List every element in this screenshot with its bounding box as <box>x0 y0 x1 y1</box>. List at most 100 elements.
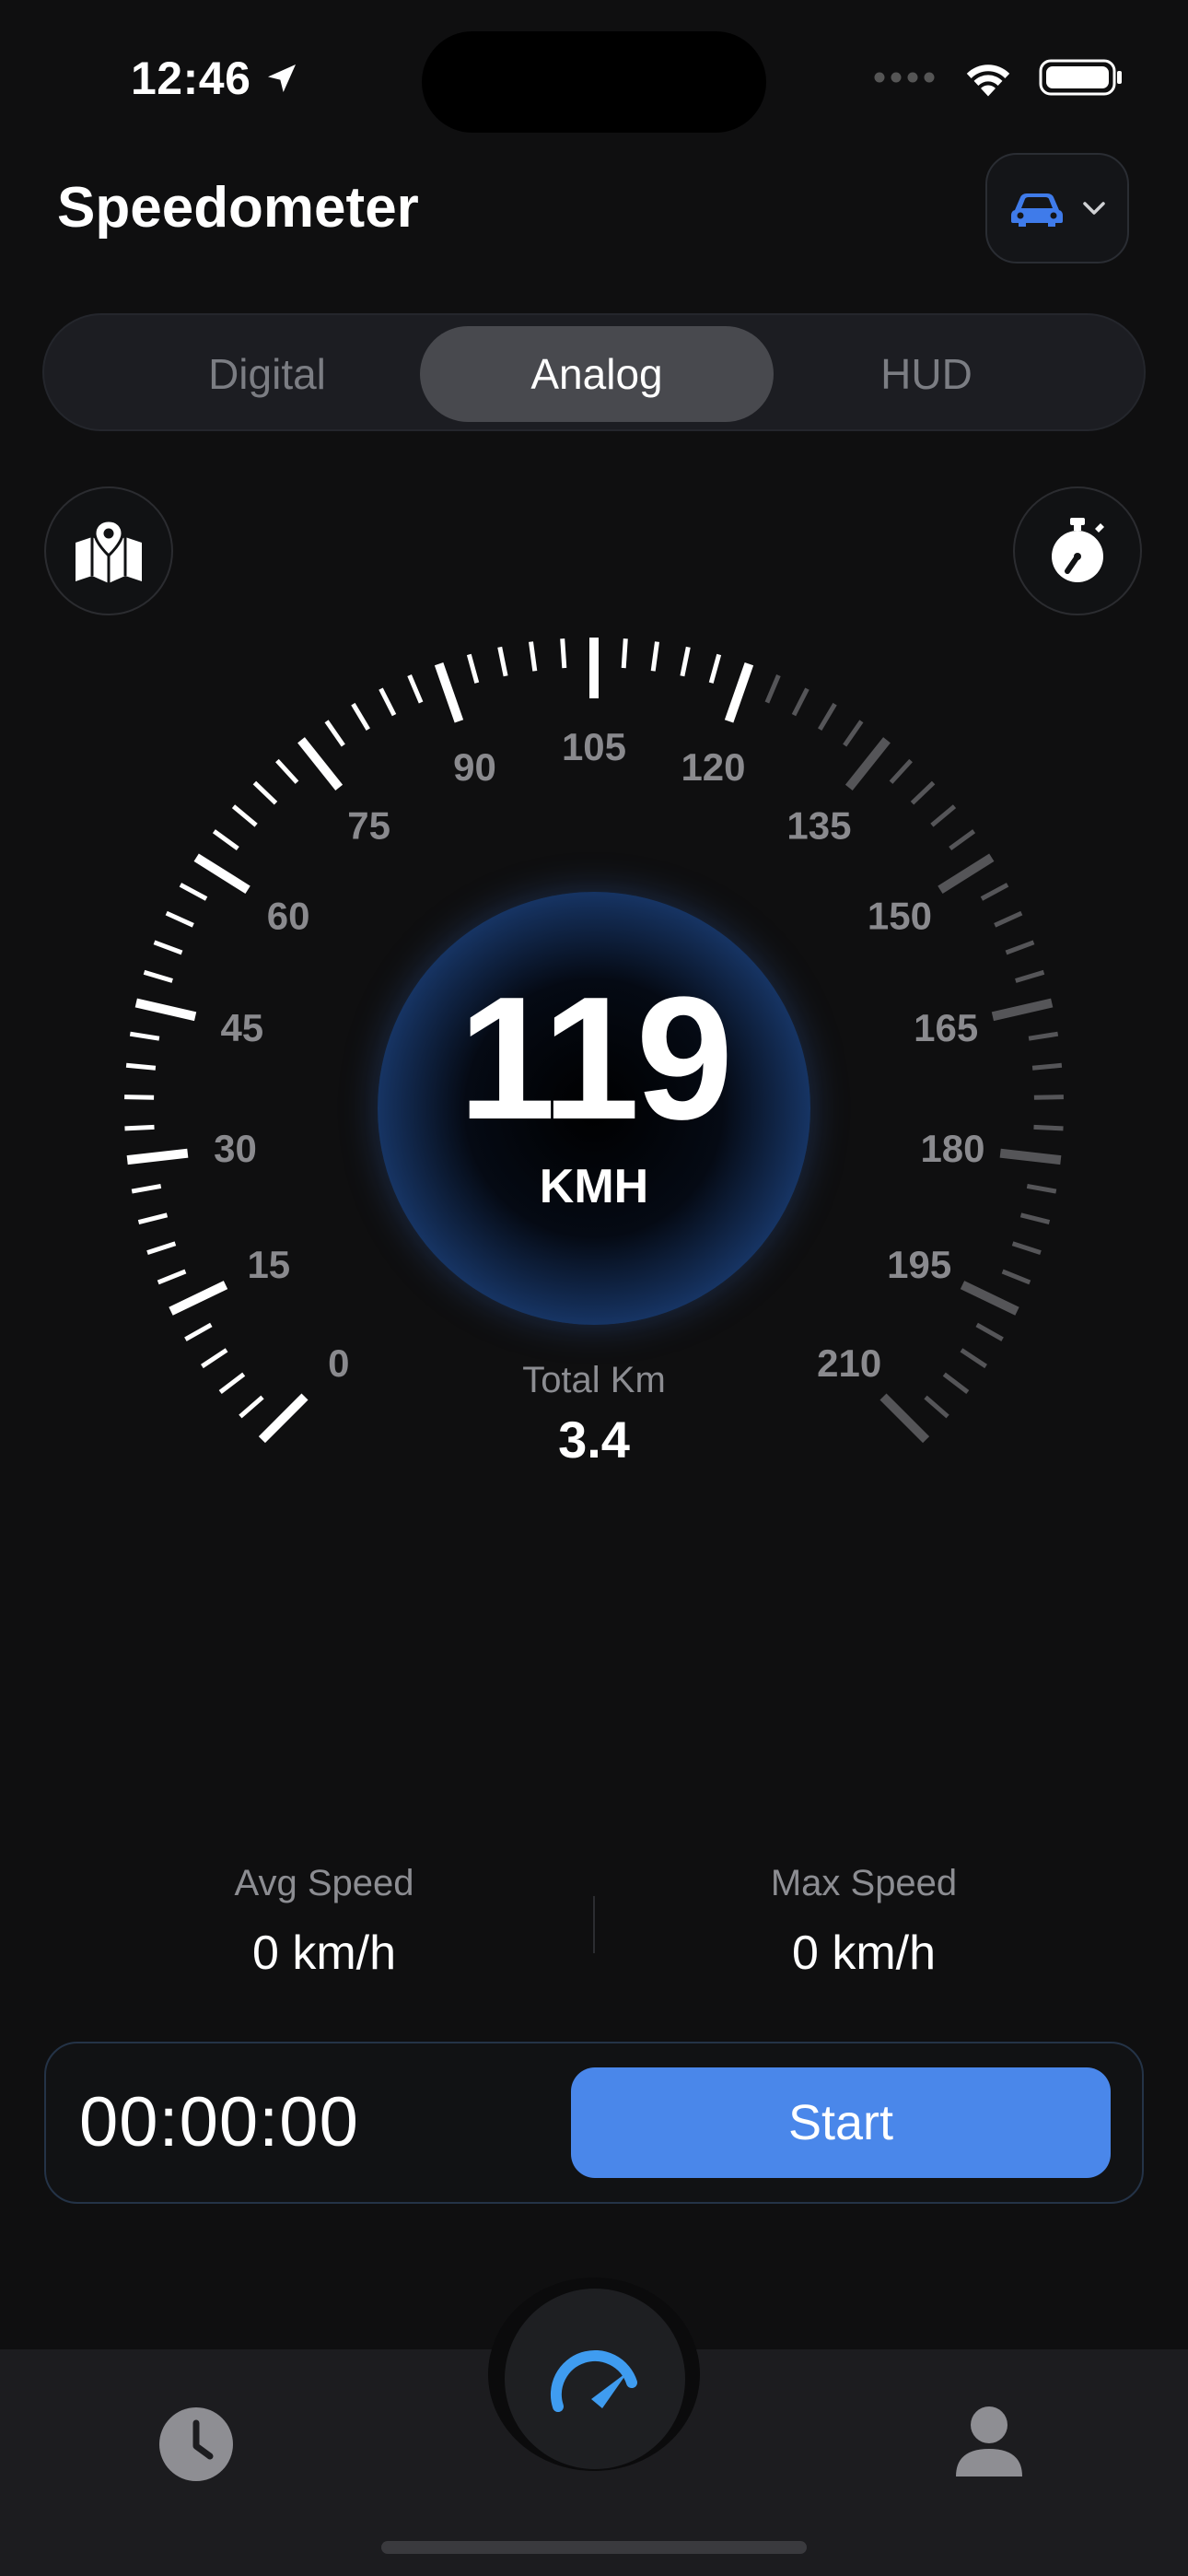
gauge-major-tick <box>938 853 995 895</box>
gauge-minor-tick <box>529 641 538 672</box>
home-indicator <box>381 2541 807 2554</box>
gauge-minor-tick <box>910 780 936 805</box>
gauge-minor-tick <box>1033 1095 1064 1100</box>
tab-digital[interactable]: Digital <box>90 326 444 422</box>
gauge-minor-tick <box>650 641 659 672</box>
gauge-minor-tick <box>252 780 278 805</box>
gauge-major-tick <box>724 662 754 723</box>
gauge-major-tick <box>844 737 891 791</box>
gauge-minor-tick <box>218 1372 246 1394</box>
gauge-tick-label: 105 <box>562 725 626 768</box>
avg-speed-label: Avg Speed <box>234 1863 414 1903</box>
gauge-minor-tick <box>960 1348 987 1369</box>
tab-analog[interactable]: Analog <box>420 326 774 422</box>
gauge-minor-tick <box>351 702 370 731</box>
gauge-minor-tick <box>1019 1212 1051 1225</box>
status-bar-time: 12:46 <box>131 52 300 105</box>
gauge-minor-tick <box>165 910 194 928</box>
gauge-minor-tick <box>980 883 1009 901</box>
tab-profile[interactable] <box>952 2403 1026 2485</box>
battery-icon <box>1039 59 1122 96</box>
gauge-minor-tick <box>942 1372 970 1394</box>
gauge-tick-label: 90 <box>453 745 496 789</box>
gauge-minor-tick <box>179 883 208 901</box>
gauge-minor-tick <box>407 674 424 704</box>
person-icon <box>956 2406 1022 2476</box>
cellular-signal-icon <box>874 72 935 83</box>
gauge-tick-label: 165 <box>914 1006 978 1049</box>
tab-history[interactable] <box>157 2405 236 2488</box>
gauge-tick-label: 0 <box>328 1341 349 1385</box>
gauge-minor-tick <box>708 653 722 684</box>
gauge-tick-label: 60 <box>267 894 310 937</box>
stopwatch-icon <box>1052 518 1104 582</box>
gauge-tick-label: 15 <box>247 1243 290 1286</box>
wifi-icon <box>966 64 1010 97</box>
gauge-minor-tick <box>324 720 345 747</box>
gauge-minor-tick <box>843 720 864 747</box>
gauge-minor-tick <box>930 804 957 827</box>
gauge-minor-tick <box>125 1062 157 1071</box>
clock-icon <box>159 2407 233 2481</box>
gauge-minor-tick <box>680 646 691 677</box>
gauge-minor-tick <box>889 758 913 784</box>
gauge-tick-label: 150 <box>868 894 932 937</box>
gauge-major-tick <box>960 1281 1019 1316</box>
gauge-minor-tick <box>124 1095 155 1100</box>
tab-speedometer[interactable] <box>505 2289 685 2469</box>
mode-segmented-control: Digital Analog HUD <box>42 313 1146 431</box>
gauge-minor-tick <box>231 804 258 827</box>
current-speed: 119 <box>458 961 734 1156</box>
car-icon <box>1011 193 1063 227</box>
gauge-minor-tick <box>1026 1183 1057 1194</box>
gauge-minor-tick <box>924 1395 949 1419</box>
vehicle-selector-button[interactable] <box>985 153 1129 263</box>
dynamic-island <box>422 31 766 133</box>
max-speed-label: Max Speed <box>770 1863 958 1903</box>
location-arrow-icon <box>268 64 297 92</box>
max-speed-value: 0 km/h <box>791 1926 937 1980</box>
gauge-minor-tick <box>1011 1241 1042 1255</box>
gauge-minor-tick <box>1005 940 1035 955</box>
gauge-minor-tick <box>157 1269 187 1285</box>
gauge-tick-label: 195 <box>887 1243 951 1286</box>
gauge-major-tick <box>991 998 1054 1022</box>
gauge-tick-label: 75 <box>347 804 390 848</box>
gauge-minor-tick <box>129 1031 160 1041</box>
page-title: Speedometer <box>57 176 419 240</box>
status-bar-right <box>873 57 1124 98</box>
gauge-minor-tick <box>212 829 239 851</box>
chevron-down-icon <box>1083 202 1105 215</box>
gauge-minor-tick <box>975 1322 1004 1341</box>
gauge-minor-tick <box>137 1212 169 1225</box>
gauge-minor-tick <box>1015 969 1045 983</box>
gauge-minor-tick <box>1031 1062 1063 1071</box>
gauge-minor-tick <box>1033 1124 1064 1131</box>
gauge-minor-tick <box>379 687 397 717</box>
map-pin-icon <box>76 519 142 583</box>
gauge-minor-tick <box>818 702 837 731</box>
gauge-major-tick <box>297 737 344 791</box>
gauge-minor-tick <box>124 1124 155 1131</box>
gauge-minor-tick <box>791 687 809 717</box>
status-time-text: 12:46 <box>131 53 251 104</box>
tab-hud[interactable]: HUD <box>750 326 1103 422</box>
gauge-minor-tick <box>239 1395 264 1419</box>
gauge-major-tick <box>258 1393 309 1444</box>
gauge-major-tick <box>169 1281 228 1316</box>
trip-timer: 00:00:00 <box>79 2083 359 2161</box>
gauge-minor-tick <box>560 638 567 669</box>
avg-speed-value: 0 km/h <box>251 1926 397 1980</box>
gauge-minor-tick <box>621 638 628 669</box>
total-km-label: Total Km <box>522 1360 666 1400</box>
start-button[interactable]: Start <box>571 2067 1111 2178</box>
gauge-minor-tick <box>143 969 173 983</box>
gauge-minor-tick <box>1028 1031 1059 1041</box>
gauge-major-tick <box>879 1393 930 1444</box>
total-km-value: 3.4 <box>558 1411 630 1469</box>
gauge-major-tick <box>126 1148 189 1165</box>
gauge-minor-tick <box>764 674 781 704</box>
gauge-minor-tick <box>184 1322 213 1341</box>
speed-unit: KMH <box>539 1160 649 1213</box>
speedometer-icon <box>551 2349 637 2412</box>
